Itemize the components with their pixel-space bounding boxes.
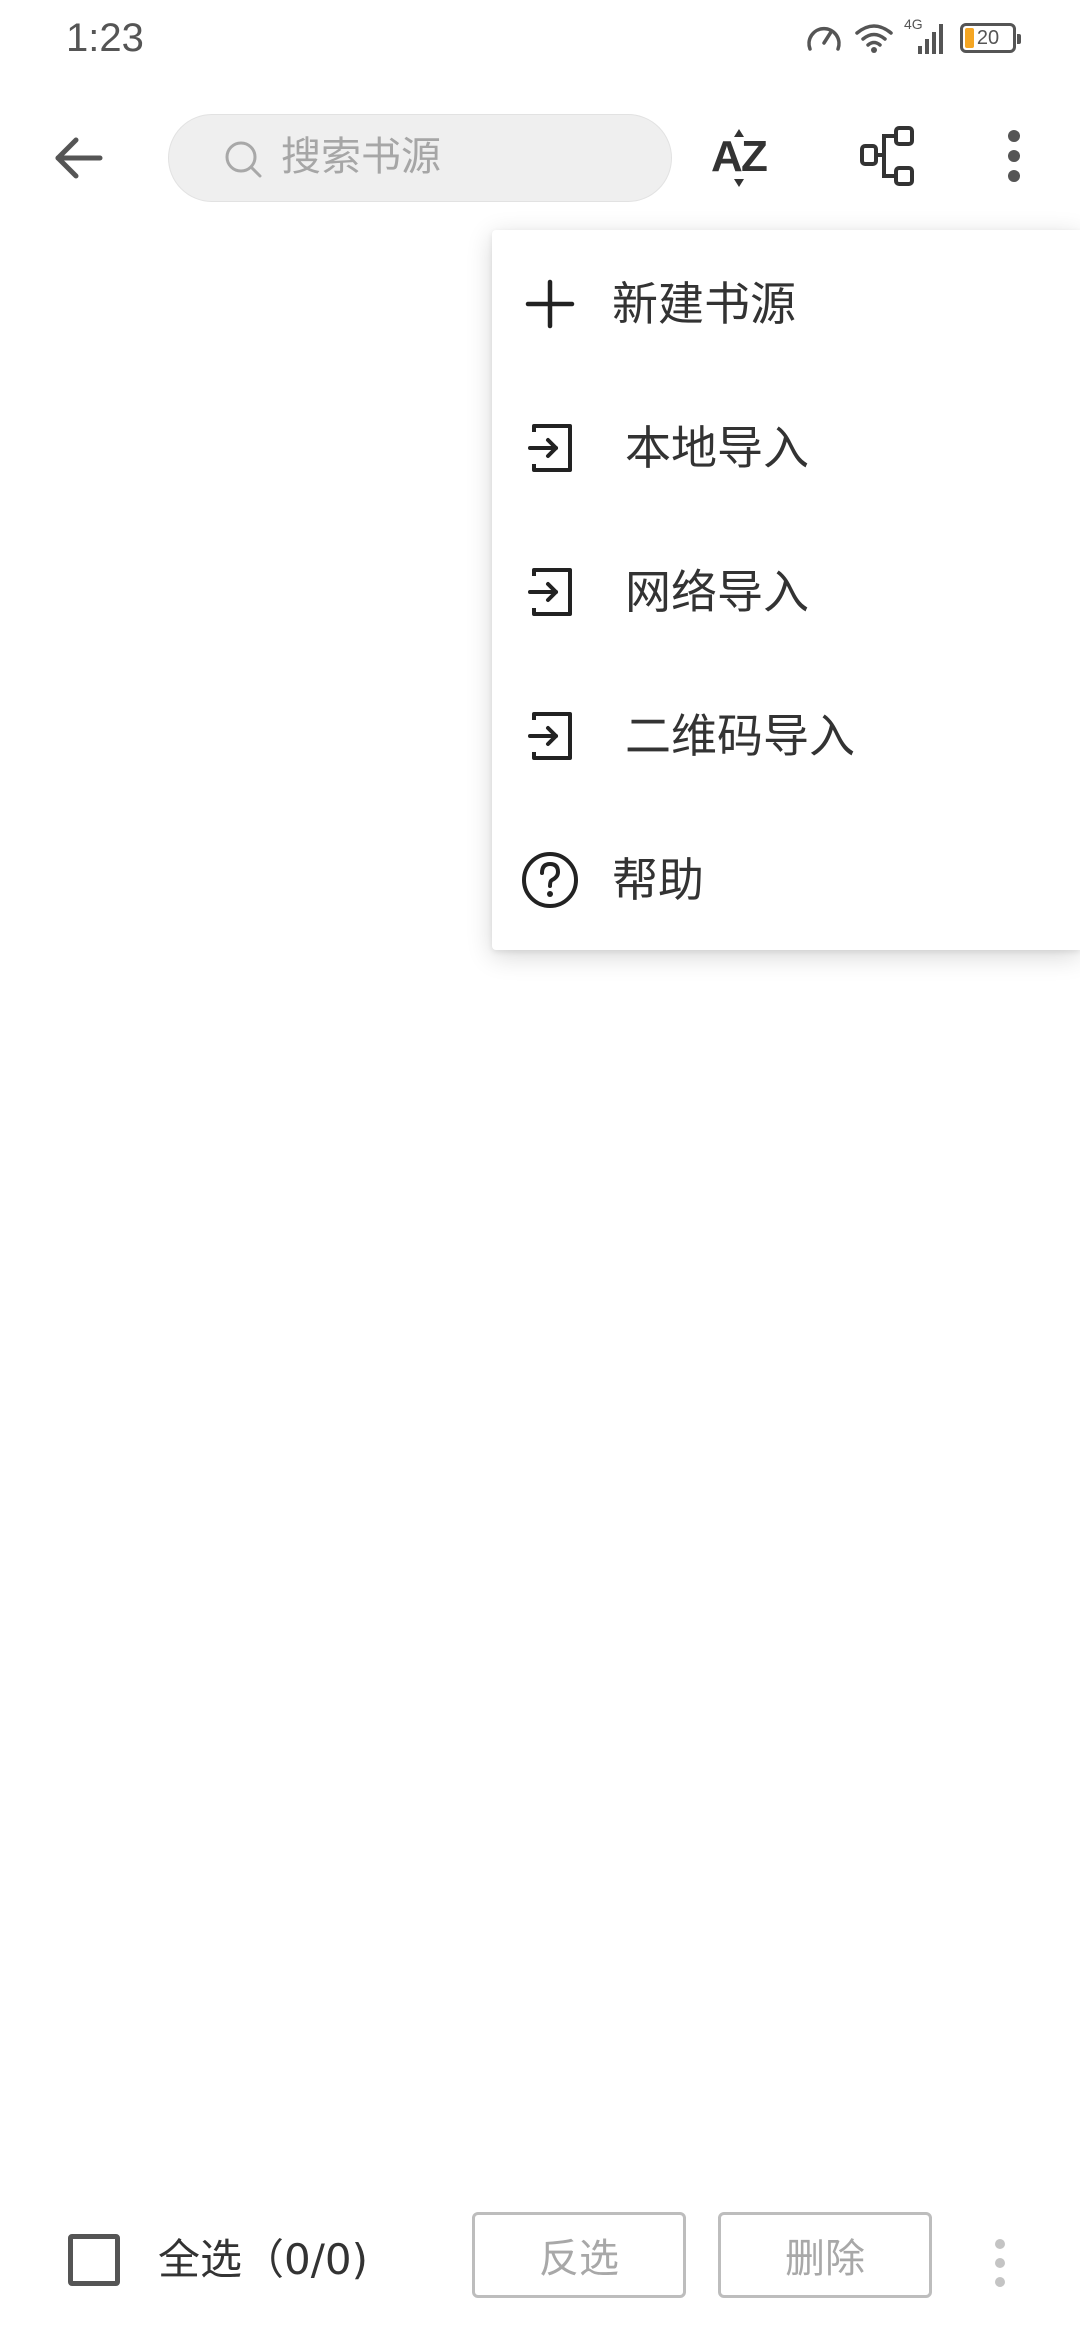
search-input[interactable] — [281, 125, 641, 189]
import-icon — [520, 706, 580, 766]
menu-item-network-import[interactable]: 网络导入 — [492, 518, 1080, 662]
plus-icon — [520, 274, 580, 334]
toolbar: A Z — [0, 100, 1080, 220]
menu-item-label: 帮助 — [612, 853, 704, 907]
speed-meter-icon — [804, 21, 844, 55]
import-icon — [520, 562, 580, 622]
status-bar: 1:23 4G 20 — [0, 0, 1080, 80]
search-icon — [223, 139, 263, 179]
menu-item-qrcode-import[interactable]: 二维码导入 — [492, 662, 1080, 806]
more-vertical-icon — [1004, 126, 1024, 190]
bottom-bar: 全选（0/0) 反选 删除 — [0, 2200, 1080, 2340]
back-button[interactable] — [40, 122, 116, 198]
svg-text:A: A — [711, 132, 743, 181]
help-circle-icon — [520, 850, 580, 910]
battery-icon: 20 — [960, 23, 1021, 53]
signal-icon: 4G — [904, 16, 950, 56]
menu-item-label: 二维码导入 — [625, 709, 855, 763]
battery-level: 20 — [976, 26, 1000, 49]
group-icon — [856, 124, 920, 192]
status-icons: 4G 20 — [804, 16, 1021, 58]
bottom-more-button[interactable] — [980, 2220, 1020, 2310]
invert-selection-button[interactable]: 反选 — [472, 2212, 686, 2298]
arrow-left-icon — [50, 130, 106, 190]
menu-item-label: 本地导入 — [625, 421, 809, 475]
svg-text:Z: Z — [741, 132, 768, 181]
search-box[interactable] — [168, 114, 672, 202]
import-icon — [520, 418, 580, 478]
menu-item-help[interactable]: 帮助 — [492, 806, 1080, 950]
select-all-label[interactable]: 全选（0/0) — [158, 2232, 368, 2288]
menu-item-new-source[interactable]: 新建书源 — [492, 230, 1080, 374]
menu-item-label: 网络导入 — [625, 565, 809, 619]
sort-az-icon: A Z — [709, 121, 779, 195]
status-time: 1:23 — [66, 16, 144, 60]
menu-item-label: 新建书源 — [612, 277, 796, 331]
battery-fill — [965, 28, 974, 48]
delete-button[interactable]: 删除 — [718, 2212, 932, 2298]
group-button[interactable] — [844, 114, 932, 202]
more-button[interactable] — [970, 114, 1058, 202]
menu-item-local-import[interactable]: 本地导入 — [492, 374, 1080, 518]
wifi-icon — [854, 21, 894, 55]
sort-button[interactable]: A Z — [700, 114, 788, 202]
overflow-menu: 新建书源 本地导入 网络导入 二维码导入 帮助 — [492, 230, 1080, 950]
more-vertical-icon — [992, 2236, 1008, 2294]
select-all-checkbox[interactable] — [68, 2234, 120, 2286]
